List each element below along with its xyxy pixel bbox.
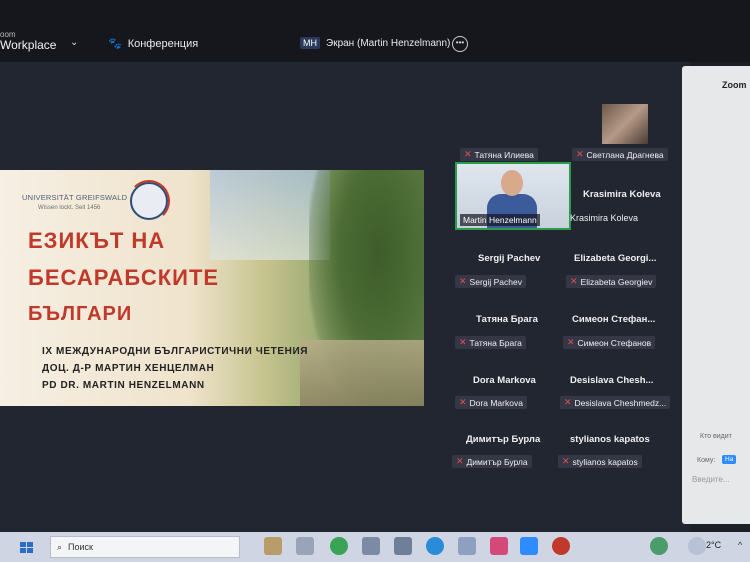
app-name: Workplace [0, 38, 57, 52]
participant-label: ✕ Светлана Драгнева [572, 148, 668, 161]
participant-name: Симеон Стефан... [572, 314, 656, 325]
weather-temperature: 2°C [706, 540, 722, 550]
app-icon[interactable] [458, 537, 476, 555]
chat-recipient-button[interactable]: Ha [722, 455, 737, 464]
participant-tile[interactable]: ✕ Татяна Илиева [460, 148, 538, 161]
slide-subtitle-line1: IX МЕЖДУНАРОДНИ БЪЛГАРИСТИЧНИ ЧЕТЕНИЯ [42, 346, 309, 357]
active-speaker-video[interactable]: Martin Henzelmann [455, 162, 571, 230]
slide-title-line3: българи [28, 303, 133, 325]
app-icon[interactable] [490, 537, 508, 555]
participant-tile[interactable]: ✕ Димитър Бурла [452, 455, 532, 468]
participant-tile[interactable]: ✕ Dora Markova [455, 396, 527, 409]
mic-muted-icon: ✕ [567, 337, 575, 347]
mic-muted-icon: ✕ [459, 276, 467, 286]
tray-app-icon[interactable] [650, 537, 668, 555]
more-options-icon[interactable]: ••• [452, 36, 468, 52]
slide-subtitle-line2: ДОЦ. Д-Р МАРТИН ХЕНЦЕЛМАН [42, 363, 215, 374]
paw-icon: 🐾 [108, 38, 122, 50]
folder-icon[interactable] [296, 537, 314, 555]
zoom-icon[interactable] [520, 537, 538, 555]
participant-name: Krasimira Koleva [583, 189, 661, 200]
screen-share-indicator[interactable]: MH Экран (Martin Henzelmann) [300, 37, 450, 49]
participant-tile[interactable]: ✕ Светлана Драгнева [572, 148, 668, 161]
file-explorer-icon[interactable] [264, 537, 282, 555]
participant-label: ✕ stylianos kapatos [558, 455, 642, 468]
chevron-down-icon[interactable]: ⌄ [70, 37, 78, 48]
chat-visibility-label: Кто видит [700, 433, 732, 440]
university-name: UNIVERSITÄT GREIFSWALD [22, 193, 128, 202]
mic-muted-icon: ✕ [562, 456, 570, 466]
chat-recipient-label: Кому: [697, 457, 716, 464]
participant-name: Dora Markova [473, 375, 536, 386]
taskbar-search-input[interactable]: ⌕ Поиск [50, 536, 240, 558]
participant-name: stylianos kapatos [570, 434, 650, 445]
participant-label: ✕ Димитър Бурла [452, 455, 532, 468]
mic-muted-icon: ✕ [464, 149, 472, 159]
shared-slide: UNIVERSITÄT GREIFSWALD Wissen lockt. Sei… [0, 170, 424, 406]
participant-tile[interactable]: ✕ Elizabeta Georgiev [566, 275, 657, 288]
app-icon[interactable] [394, 537, 412, 555]
university-tagline: Wissen lockt. Seit 1456 [38, 205, 101, 211]
mic-muted-icon: ✕ [570, 276, 578, 286]
participant-tile[interactable]: ✕ Sergij Pachev [455, 275, 526, 288]
participant-label: Krasimira Koleva [570, 213, 639, 223]
mic-muted-icon: ✕ [456, 456, 464, 466]
participant-name: Elizabeta Georgi... [574, 253, 657, 264]
university-seal-icon [128, 180, 170, 222]
edge-icon[interactable] [426, 537, 444, 555]
participant-label: ✕ Desislava Cheshmedz... [560, 396, 671, 409]
tray-expand-icon[interactable]: ^ [738, 540, 742, 550]
participant-name: Sergij Pachev [478, 253, 541, 264]
meeting-topbar [0, 0, 750, 62]
mic-muted-icon: ✕ [459, 337, 467, 347]
participant-label: ✕ Татяна Брага [455, 336, 526, 349]
chat-title: Zoom [722, 80, 747, 90]
search-icon: ⌕ [57, 541, 63, 552]
slide-title-line1: Езикът на [28, 228, 166, 253]
participant-name: Димитър Бурла [466, 434, 541, 445]
presenter-badge: MH [300, 37, 320, 49]
mic-muted-icon: ✕ [576, 149, 584, 159]
windows-start-icon[interactable] [20, 542, 34, 554]
participant-video-thumbnail [602, 104, 648, 144]
participant-label: ✕ Elizabeta Georgiev [566, 275, 657, 288]
chat-panel[interactable]: Zoom [682, 66, 750, 524]
slide-subtitle-line3: PD DR. MARTIN HENZELMANN [42, 380, 205, 391]
mic-muted-icon: ✕ [459, 397, 467, 407]
slide-title-line2: бесарабските [28, 265, 220, 290]
chat-input[interactable]: Введите... [692, 475, 730, 484]
participant-tile[interactable]: ✕ Татяна Брага [455, 336, 526, 349]
participant-label: ✕ Sergij Pachev [455, 275, 526, 288]
speaker-label: Martin Henzelmann [460, 214, 540, 226]
participant-tile[interactable]: ✕ stylianos kapatos [558, 455, 642, 468]
participant-tile[interactable]: ✕ Симеон Стефанов [563, 336, 656, 349]
participant-label: ✕ Dora Markova [455, 396, 527, 409]
participant-label: ✕ Татяна Илиева [460, 148, 538, 161]
conference-label: Конференция [127, 37, 199, 50]
participant-name: Татяна Брага [476, 314, 538, 325]
chrome-icon[interactable] [330, 537, 348, 555]
app-icon[interactable] [362, 537, 380, 555]
slide-road [300, 340, 424, 406]
participant-name: Desislava Chesh... [570, 375, 654, 386]
screen-share-label: Экран (Martin Henzelmann) [326, 37, 451, 49]
mic-muted-icon: ✕ [564, 397, 572, 407]
app-icon[interactable] [552, 537, 570, 555]
speaker-head [501, 170, 523, 196]
participant-tile[interactable]: ✕ Desislava Cheshmedz... [560, 396, 671, 409]
participant-label: ✕ Симеон Стефанов [563, 336, 656, 349]
conference-menu[interactable]: 🐾 Конференция [108, 37, 199, 51]
weather-icon [688, 537, 706, 555]
